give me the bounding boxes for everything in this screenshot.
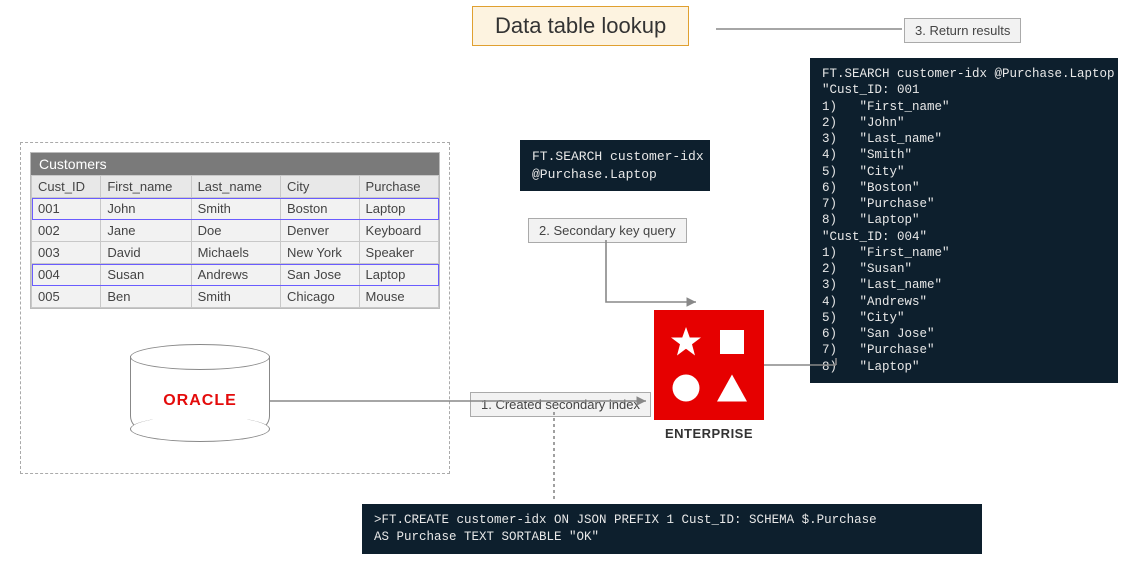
column-header: First_name	[101, 176, 191, 198]
table-cell: Andrews	[191, 264, 280, 286]
column-header: Purchase	[359, 176, 438, 198]
db-vendor-label: ORACLE	[130, 392, 270, 410]
table-cell: Laptop	[359, 198, 438, 220]
connector-query-to-redis	[604, 240, 704, 318]
table-cell: Doe	[191, 220, 280, 242]
table-cell: New York	[281, 242, 360, 264]
table-cell: Susan	[101, 264, 191, 286]
table-cell: Smith	[191, 286, 280, 308]
table-cell: Laptop	[359, 264, 438, 286]
table-cell: Speaker	[359, 242, 438, 264]
enterprise-label: ENTERPRISE	[654, 426, 764, 441]
connector-step1-to-code	[552, 412, 556, 502]
connector-title-to-step3	[716, 26, 902, 32]
table-cell: Michaels	[191, 242, 280, 264]
table-row: 001JohnSmithBostonLaptop	[32, 198, 439, 220]
table-row: 005BenSmithChicagoMouse	[32, 286, 439, 308]
table-row: 003DavidMichaelsNew YorkSpeaker	[32, 242, 439, 264]
table-cell: Keyboard	[359, 220, 438, 242]
database-icon: ORACLE	[130, 344, 270, 442]
table-name: Customers	[31, 153, 439, 175]
table-cell: San Jose	[281, 264, 360, 286]
table-cell: Ben	[101, 286, 191, 308]
diagram-title: Data table lookup	[472, 6, 689, 46]
customers-table: Customers Cust_IDFirst_nameLast_nameCity…	[30, 152, 440, 309]
connector-redis-to-results	[764, 360, 844, 370]
step-3-label: 3. Return results	[904, 18, 1021, 43]
column-header: Cust_ID	[32, 176, 101, 198]
table-cell: 002	[32, 220, 101, 242]
table-row: 002JaneDoeDenverKeyboard	[32, 220, 439, 242]
table-cell: Boston	[281, 198, 360, 220]
search-query-code: FT.SEARCH customer-idx @Purchase.Laptop	[520, 140, 710, 191]
table-cell: Smith	[191, 198, 280, 220]
column-header: City	[281, 176, 360, 198]
table-cell: 003	[32, 242, 101, 264]
table-cell: Jane	[101, 220, 191, 242]
table-cell: 001	[32, 198, 101, 220]
table-cell: 004	[32, 264, 101, 286]
table-cell: Chicago	[281, 286, 360, 308]
table-row: 004SusanAndrewsSan JoseLaptop	[32, 264, 439, 286]
table-cell: John	[101, 198, 191, 220]
table-cell: Mouse	[359, 286, 438, 308]
connector-db-to-redis	[270, 395, 654, 407]
column-header: Last_name	[191, 176, 280, 198]
create-index-code: >FT.CREATE customer-idx ON JSON PREFIX 1…	[362, 504, 982, 554]
table-cell: David	[101, 242, 191, 264]
redis-enterprise-icon	[654, 310, 764, 420]
table-cell: Denver	[281, 220, 360, 242]
search-results-code: FT.SEARCH customer-idx @Purchase.Laptop …	[810, 58, 1118, 383]
table-cell: 005	[32, 286, 101, 308]
